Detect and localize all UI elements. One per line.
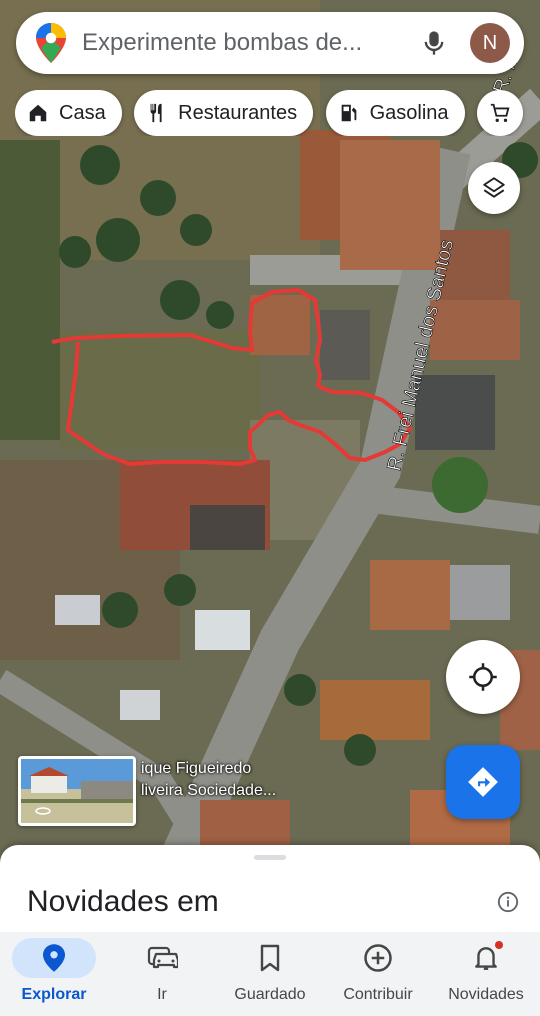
microphone-icon[interactable] [420, 28, 448, 58]
place-label-line1: ique Figueiredo [141, 760, 252, 777]
category-chips: Casa Restaurantes Gasolina [15, 90, 540, 136]
layers-icon [483, 177, 505, 198]
avatar[interactable]: N [470, 23, 510, 63]
chip-shopping[interactable] [476, 90, 523, 136]
chip-label: Gasolina [369, 101, 449, 124]
nav-label: Novidades [448, 986, 524, 1003]
maps-logo-icon [36, 23, 66, 63]
chip-restaurants[interactable]: Restaurantes [134, 90, 314, 136]
chip-label: Casa [59, 101, 106, 124]
directions-button[interactable] [446, 745, 520, 819]
restaurant-icon [150, 103, 162, 123]
place-label-line2: liveira Sociedade... [141, 782, 277, 799]
cart-icon [490, 103, 510, 122]
street-view-thumbnail[interactable] [18, 756, 136, 826]
nav-label: Contribuir [343, 986, 413, 1003]
nav-explore[interactable]: Explorar [0, 932, 108, 1016]
chip-label: Restaurantes [178, 101, 298, 124]
sheet-title: Novidades em [27, 885, 219, 918]
my-location-button[interactable] [446, 640, 520, 714]
nav-go[interactable]: Ir [108, 932, 216, 1016]
gas-station-icon [341, 104, 356, 122]
notification-badge [495, 941, 503, 949]
info-icon[interactable] [497, 891, 519, 913]
place-label[interactable]: ique Figueiredo liveira Sociedade... [141, 758, 276, 802]
nav-contribute[interactable]: Contribuir [324, 932, 432, 1016]
nav-label: Ir [157, 986, 167, 1003]
car-icon [147, 946, 178, 969]
street-view-photo [21, 759, 133, 823]
home-icon [29, 104, 47, 122]
bottom-navigation: Explorar Ir Guardado Contribuir Novidade… [0, 932, 540, 1016]
explore-pin-icon [43, 944, 65, 972]
crosshair-icon [469, 663, 497, 691]
directions-icon [468, 767, 498, 797]
bell-icon [475, 947, 497, 970]
search-bar[interactable]: Experimente bombas de... N [16, 12, 524, 74]
nav-label: Guardado [234, 986, 306, 1003]
nav-saved[interactable]: Guardado [216, 932, 324, 1016]
layers-button[interactable] [468, 162, 520, 214]
search-input[interactable]: Experimente bombas de... [82, 29, 410, 57]
chip-home[interactable]: Casa [15, 90, 122, 136]
chip-gas[interactable]: Gasolina [325, 90, 465, 136]
nav-updates[interactable]: Novidades [432, 932, 540, 1016]
bookmark-icon [260, 944, 280, 972]
sheet-drag-handle[interactable] [254, 855, 286, 860]
nav-label: Explorar [21, 986, 87, 1003]
add-circle-icon [364, 944, 392, 972]
